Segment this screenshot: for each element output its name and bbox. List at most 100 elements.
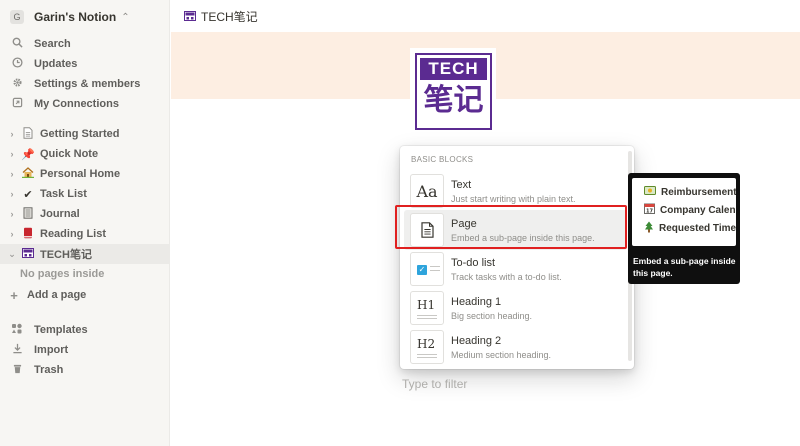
block-preview-tooltip: Reimbursement 17 Company Calendar Reques… [628, 173, 740, 284]
sidebar-item-reading-list[interactable]: › Reading List [0, 224, 169, 244]
tech-logo-top: TECH [420, 58, 487, 80]
workspace-switcher[interactable]: G Garin's Notion ⌃ [0, 0, 169, 34]
menu-item-heading-1[interactable]: H1 Heading 1 Big section heading. [404, 288, 627, 328]
sidebar-item-updates[interactable]: Updates [0, 54, 169, 74]
checkmark-icon: ✔ [23, 188, 33, 201]
menu-item-desc: Track tasks with a to-do list. [451, 271, 562, 282]
todo-lines [430, 266, 440, 274]
checkbox-icon: ✓ [417, 265, 427, 275]
sidebar-nav: Search Updates Settings & members My Con… [0, 34, 169, 114]
sidebar-item-label: Import [34, 344, 69, 356]
preview-caption: Embed a sub-page inside this page. [633, 256, 736, 278]
sidebar-item-trash[interactable]: Trash [0, 360, 169, 380]
templates-icon [10, 323, 24, 337]
sidebar-item-settings[interactable]: Settings & members [0, 74, 169, 94]
preview-item: Requested Time Off [632, 219, 736, 237]
house-icon [21, 167, 35, 181]
text-icon: Aa [416, 181, 438, 201]
add-page-label: Add a page [27, 289, 87, 301]
todo-block-thumb: ✓ [410, 252, 444, 286]
menu-item-title: To-do list [451, 256, 496, 269]
chevron-right-icon[interactable]: › [7, 149, 17, 159]
sidebar-item-label: My Connections [34, 98, 119, 110]
gear-icon [10, 77, 24, 91]
menu-item-desc: Big section heading. [451, 310, 533, 321]
sidebar-item-label: Personal Home [40, 168, 121, 180]
menu-heading: BASIC BLOCKS [411, 155, 474, 164]
chevron-up-down-icon: ⌃ [121, 11, 130, 23]
menu-item-title: Text [451, 178, 472, 191]
menu-item-desc: Just start writing with plain text. [451, 193, 576, 204]
chevron-right-icon[interactable]: › [7, 189, 17, 199]
chevron-down-icon[interactable]: ⌄ [7, 249, 17, 260]
book-icon [21, 227, 35, 242]
heading2-block-thumb: H2 [410, 330, 444, 364]
sidebar-item-label: Search [34, 38, 71, 50]
sidebar-item-label: Trash [34, 364, 64, 376]
tech-logo-icon [184, 11, 196, 21]
chevron-right-icon[interactable]: › [7, 129, 17, 139]
topbar: TECH笔记 [171, 0, 800, 32]
chevron-right-icon[interactable]: › [7, 229, 17, 239]
sidebar-pages: › Getting Started › 📌 Quick Note › Perso… [0, 124, 169, 306]
chevron-right-icon[interactable]: › [7, 209, 17, 219]
preview-item: 17 Company Calendar [632, 201, 736, 219]
menu-item-heading-2[interactable]: H2 Heading 2 Medium section heading. [404, 327, 627, 367]
sidebar: G Garin's Notion ⌃ Search Updates Settin… [0, 0, 170, 446]
notebook-icon [21, 206, 35, 222]
filter-placeholder[interactable]: Type to filter [402, 377, 467, 391]
plus-icon: + [10, 287, 18, 303]
thumb-lines [417, 354, 437, 360]
workspace-name: Garin's Notion [34, 10, 117, 24]
preview-item-label: Company Calendar [660, 204, 736, 216]
sidebar-item-label: Settings & members [34, 78, 141, 90]
heading-2-icon: H2 [417, 337, 436, 351]
preview-content: Reimbursement 17 Company Calendar Reques… [632, 178, 736, 246]
sidebar-item-label: Quick Note [40, 148, 99, 160]
preview-item-label: Requested Time Off [659, 222, 736, 234]
sidebar-item-templates[interactable]: Templates [0, 320, 169, 340]
tech-logo: TECH 笔记 [415, 53, 492, 130]
no-pages-inside: No pages inside [20, 268, 105, 280]
workspace-avatar: G [10, 10, 24, 24]
sidebar-item-tech[interactable]: ⌄ TECH笔记 [0, 244, 169, 264]
svg-text:17: 17 [646, 208, 653, 214]
add-page-button[interactable]: + Add a page [0, 284, 169, 306]
search-icon [10, 37, 24, 51]
menu-item-desc: Medium section heading. [451, 349, 552, 360]
text-block-thumb: Aa [410, 174, 444, 208]
preview-item: Reimbursement [632, 183, 736, 201]
document-icon [21, 126, 35, 142]
arrow-box-icon [10, 97, 24, 111]
block-menu: BASIC BLOCKS Aa Text Just start writing … [400, 146, 634, 369]
tech-logo-bottom: 笔记 [423, 83, 484, 118]
sidebar-item-label: Reading List [40, 228, 107, 240]
sidebar-item-task-list[interactable]: › ✔ Task List [0, 184, 169, 204]
sidebar-item-label: Templates [34, 324, 88, 336]
tech-logo-icon [21, 247, 35, 261]
preview-item-label: Reimbursement [661, 186, 736, 198]
heading-1-icon: H1 [417, 298, 436, 312]
sidebar-item-import[interactable]: Import [0, 340, 169, 360]
trash-icon [10, 363, 24, 377]
chevron-right-icon[interactable]: › [7, 169, 17, 179]
breadcrumb[interactable]: TECH笔记 [201, 8, 258, 25]
heading1-block-thumb: H1 [410, 291, 444, 325]
menu-item-title: Heading 1 [451, 295, 502, 308]
highlight-box [395, 205, 627, 249]
sidebar-item-personal-home[interactable]: › Personal Home [0, 164, 169, 184]
sidebar-item-quick-note[interactable]: › 📌 Quick Note [0, 144, 169, 164]
sidebar-item-connections[interactable]: My Connections [0, 94, 169, 114]
page-icon[interactable]: TECH 笔记 [410, 48, 496, 132]
tree-icon [644, 221, 654, 236]
sidebar-item-search[interactable]: Search [0, 34, 169, 54]
download-icon [10, 343, 24, 357]
sidebar-item-label: TECH笔记 [40, 249, 92, 261]
menu-item-title: Heading 2 [451, 334, 502, 347]
sidebar-item-journal[interactable]: › Journal [0, 204, 169, 224]
sidebar-item-label: Getting Started [40, 128, 120, 140]
sidebar-item-getting-started[interactable]: › Getting Started [0, 124, 169, 144]
menu-item-todo[interactable]: ✓ To-do list Track tasks with a to-do li… [404, 249, 627, 289]
money-icon [644, 186, 656, 198]
sidebar-item-label: Task List [40, 188, 87, 200]
